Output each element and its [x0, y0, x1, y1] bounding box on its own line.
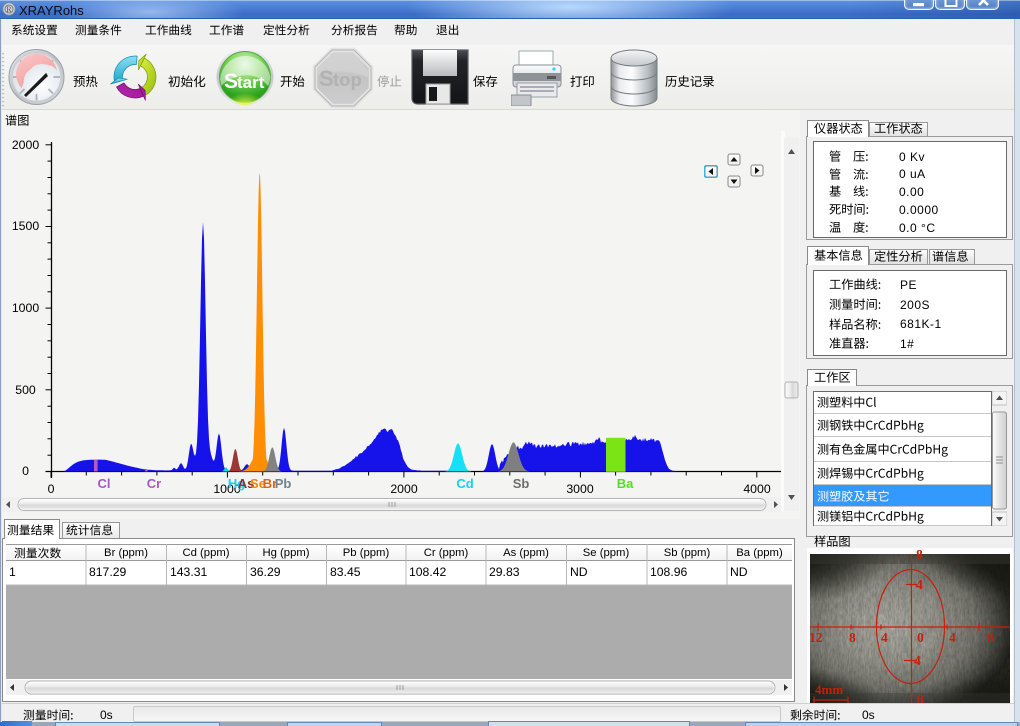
- svg-text:4: 4: [949, 630, 956, 645]
- svg-text:8: 8: [987, 630, 994, 645]
- svg-text:8: 8: [916, 548, 923, 562]
- svg-text:12: 12: [809, 630, 823, 645]
- svg-text:4: 4: [881, 630, 888, 645]
- svg-text:4mm: 4mm: [815, 682, 843, 697]
- svg-text:8: 8: [849, 630, 856, 645]
- svg-text:0: 0: [917, 630, 924, 645]
- svg-text:4: 4: [914, 653, 921, 668]
- svg-text:4: 4: [916, 577, 923, 592]
